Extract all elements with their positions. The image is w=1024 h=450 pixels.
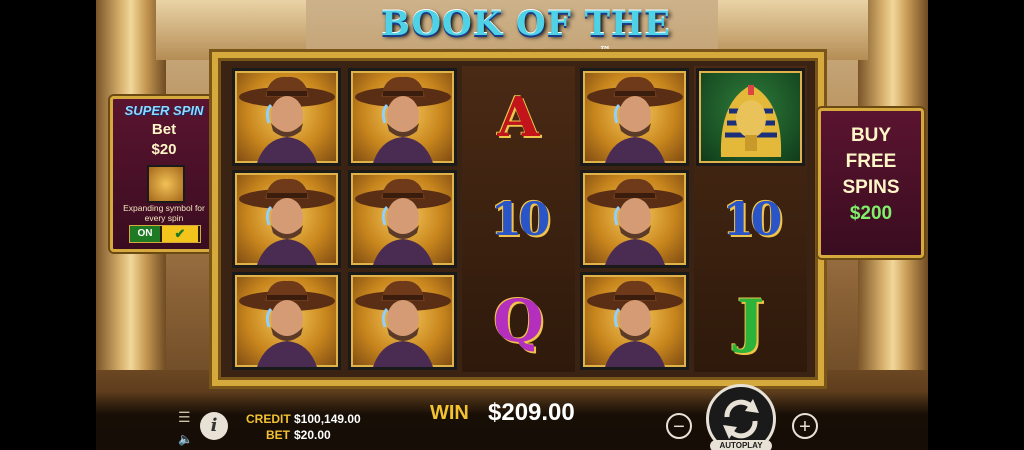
explorer-icon <box>239 178 335 265</box>
sound-icon[interactable]: 🔈 <box>178 432 193 446</box>
decrease-bet-button[interactable]: − <box>666 413 692 439</box>
explorer-icon <box>239 76 335 163</box>
reels-area: A 10 Q 10 J <box>230 66 807 372</box>
explorer-symbol <box>348 272 457 370</box>
explorer-symbol <box>580 68 689 166</box>
menu-icon[interactable]: ☰ <box>178 410 192 424</box>
super-spin-description: Expanding symbol for every spin <box>123 203 205 223</box>
symbol-text: 10 <box>490 192 550 246</box>
info-icon[interactable]: i <box>200 412 228 440</box>
pharaoh-symbol <box>696 68 805 166</box>
explorer-icon <box>239 280 335 367</box>
buy-price: $200 <box>849 203 893 224</box>
explorer-symbol <box>580 272 689 370</box>
super-spin-toggle[interactable]: ON ✔ <box>129 225 201 243</box>
reel-4 <box>578 66 691 372</box>
explorer-icon <box>587 76 683 163</box>
credit-label: CREDIT <box>246 412 291 426</box>
bet-label: BET <box>266 428 290 442</box>
reel-5: 10 J <box>694 66 807 372</box>
super-spin-bet-label: Bet <box>151 121 177 138</box>
explorer-symbol <box>348 170 457 268</box>
symbol-j: J <box>696 272 805 370</box>
super-spin-bet-amount: $20 <box>151 141 177 158</box>
explorer-icon <box>587 280 683 367</box>
reel-1 <box>230 66 343 372</box>
buy-line-3: SPINS <box>842 177 900 198</box>
explorer-symbol <box>348 68 457 166</box>
symbol-text: A <box>497 85 540 149</box>
win-value: $209.00 <box>488 399 575 426</box>
symbol-text: J <box>736 287 765 355</box>
buy-free-spins-button[interactable]: BUY FREE SPINS $200 <box>818 108 924 258</box>
buy-line-1: BUY <box>850 125 892 146</box>
super-spin-title: SUPER SPIN <box>124 103 204 118</box>
explorer-symbol <box>232 272 341 370</box>
game-stage: BOOK OF THE FALLEN™ SUPER SPIN Bet $20 E… <box>96 0 928 450</box>
increase-bet-button[interactable]: + <box>792 413 818 439</box>
symbol-a: A <box>464 68 573 166</box>
symbol-q: Q <box>464 272 573 370</box>
expanding-symbol-icon <box>147 165 185 203</box>
explorer-icon <box>355 178 451 265</box>
explorer-symbol <box>232 170 341 268</box>
super-spin-panel[interactable]: SUPER SPIN Bet $20 Expanding symbol for … <box>110 96 218 252</box>
symbol-10: 10 <box>464 170 573 268</box>
reel-2 <box>346 66 459 372</box>
symbol-text: 10 <box>722 192 782 246</box>
explorer-symbol <box>232 68 341 166</box>
buy-line-2: FREE <box>845 151 897 172</box>
toggle-on-label: ON <box>130 226 160 242</box>
explorer-icon <box>587 178 683 265</box>
credit-value: $100,149.00 <box>294 412 361 426</box>
reel-frame: A 10 Q 10 J <box>212 52 824 386</box>
explorer-icon <box>355 76 451 163</box>
autoplay-button[interactable]: AUTOPLAY <box>710 440 772 450</box>
reel-3: A 10 Q <box>462 66 575 372</box>
game-title: BOOK OF THE FALLEN™ <box>316 4 736 84</box>
right-arch <box>718 0 868 60</box>
symbol-text: Q <box>493 287 544 355</box>
check-icon: ✔ <box>162 226 198 242</box>
bet-value: $20.00 <box>294 428 331 442</box>
symbol-10: 10 <box>696 170 805 268</box>
explorer-symbol <box>580 170 689 268</box>
win-label: WIN <box>430 402 469 424</box>
left-arch <box>156 0 306 60</box>
pharaoh-icon <box>720 85 782 157</box>
explorer-icon <box>355 280 451 367</box>
